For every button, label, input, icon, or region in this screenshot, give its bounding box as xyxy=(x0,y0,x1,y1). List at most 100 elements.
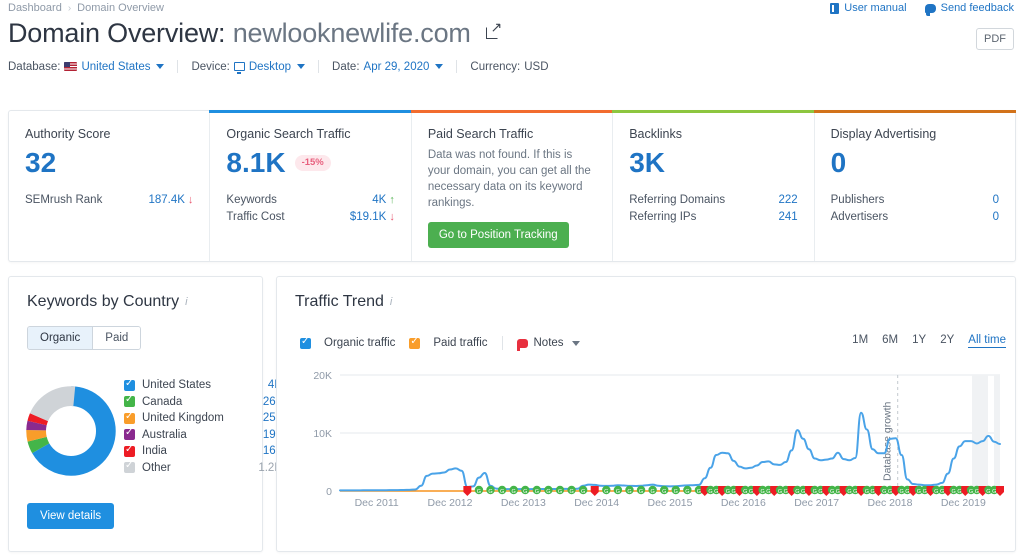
database-value[interactable]: United States xyxy=(81,61,150,73)
breadcrumb-dashboard[interactable]: Dashboard xyxy=(8,2,62,14)
external-link-icon[interactable] xyxy=(486,20,502,39)
card-accent-bar xyxy=(410,110,614,113)
send-feedback-link[interactable]: Send feedback xyxy=(924,2,1014,16)
note-marker[interactable]: G xyxy=(497,485,507,495)
checkbox-other[interactable] xyxy=(124,460,135,474)
note-marker-glyph: G xyxy=(714,489,718,495)
donut-slice-other[interactable] xyxy=(26,386,116,476)
note-marker-red-icon xyxy=(463,486,472,496)
metric-value[interactable]: 0 xyxy=(993,209,999,226)
note-marker[interactable]: G xyxy=(671,485,680,495)
note-marker[interactable]: G xyxy=(660,485,669,495)
note-marker[interactable]: G xyxy=(544,485,553,495)
domain-overview-page: Dashboard › Domain Overview User manual … xyxy=(0,0,1024,560)
metric-value: 4K xyxy=(372,194,387,206)
note-marker-glyph: G xyxy=(813,489,817,495)
list-item[interactable]: United States 4K xyxy=(124,377,282,394)
date-filter[interactable]: Date: Apr 29, 2020 xyxy=(332,61,456,73)
date-value[interactable]: Apr 29, 2020 xyxy=(364,61,430,73)
tab-paid[interactable]: Paid xyxy=(93,327,141,349)
range-2y[interactable]: 2Y xyxy=(940,334,954,348)
note-marker[interactable]: G xyxy=(578,485,588,495)
metric-value[interactable]: 0 xyxy=(993,192,999,209)
note-marker[interactable]: G xyxy=(613,485,623,495)
device-value[interactable]: Desktop xyxy=(249,61,291,73)
y-axis-tick-label: 10K xyxy=(313,428,332,440)
checkbox-organic-traffic[interactable] xyxy=(300,336,311,349)
go-to-position-tracking-button[interactable]: Go to Position Tracking xyxy=(427,222,569,248)
breadcrumb: Dashboard › Domain Overview xyxy=(8,2,164,14)
legend-paid-traffic[interactable]: Paid traffic xyxy=(409,336,488,349)
note-marker[interactable]: G xyxy=(636,485,646,495)
metric-value[interactable]: 222 xyxy=(778,192,797,209)
list-item[interactable]: Other 1.2K xyxy=(124,460,282,477)
info-icon[interactable]: i xyxy=(185,296,187,308)
list-item[interactable]: Canada 265 xyxy=(124,394,282,411)
range-all-time[interactable]: All time xyxy=(968,334,1006,348)
note-marker[interactable]: G xyxy=(509,485,518,495)
list-item[interactable]: United Kingdom 251 xyxy=(124,410,282,427)
x-axis-tick-label: Dec 2014 xyxy=(574,497,619,509)
metric-key: Publishers xyxy=(830,194,885,206)
note-marker[interactable]: G xyxy=(683,485,692,495)
metric-value[interactable]: 241 xyxy=(778,209,797,226)
breadcrumb-domain-overview[interactable]: Domain Overview xyxy=(77,2,164,14)
card-title: Backlinks xyxy=(629,127,683,141)
checkbox-india[interactable] xyxy=(124,444,135,457)
y-axis-tick-label: 0 xyxy=(326,486,332,498)
metric-key: Referring IPs xyxy=(629,211,697,223)
checkbox-canada[interactable] xyxy=(124,394,135,408)
info-icon[interactable]: i xyxy=(390,296,392,308)
tab-organic[interactable]: Organic xyxy=(28,327,94,349)
metric-value-wrap[interactable]: $19.1K ↓ xyxy=(350,209,395,226)
note-marker[interactable]: G xyxy=(521,485,530,495)
metric-value-wrap[interactable]: 187.4K ↓ xyxy=(148,192,193,209)
metric-row: Keywords 4K ↑ xyxy=(226,192,394,209)
list-item[interactable]: India 166 xyxy=(124,443,282,460)
view-details-button[interactable]: View details xyxy=(27,503,115,529)
note-marker[interactable] xyxy=(590,486,599,496)
note-marker-glyph: G xyxy=(830,489,834,495)
list-item[interactable]: Australia 198 xyxy=(124,427,282,444)
note-marker[interactable] xyxy=(463,486,472,496)
divider xyxy=(177,60,179,73)
note-marker-glyph: G xyxy=(882,489,886,495)
range-1y[interactable]: 1Y xyxy=(912,334,926,348)
checkbox-united-kingdom[interactable] xyxy=(124,411,135,424)
note-marker-glyph: G xyxy=(865,489,869,495)
note-marker[interactable]: G xyxy=(486,485,495,495)
note-marker-glyph: G xyxy=(535,489,539,495)
range-6m[interactable]: 6M xyxy=(882,334,898,348)
notes-dropdown[interactable]: Notes xyxy=(516,337,580,351)
user-manual-link[interactable]: User manual xyxy=(830,2,907,14)
note-marker-glyph: G xyxy=(801,489,805,495)
traffic-trend-chart[interactable]: 0 10K 20K Dec 2011 Dec 2012 Dec 2013 Dec 2014 D… xyxy=(286,362,1010,512)
note-marker[interactable]: G xyxy=(532,485,542,495)
display-advertising-value: 0 xyxy=(830,147,847,178)
device-filter[interactable]: Device: Desktop xyxy=(191,61,318,74)
note-marker[interactable]: G xyxy=(555,485,565,495)
time-range-selector: 1M 6M 1Y 2Y All time xyxy=(852,334,1006,348)
note-marker-glyph: G xyxy=(512,489,516,495)
database-filter[interactable]: Database: United States xyxy=(8,61,177,73)
note-marker[interactable]: G xyxy=(474,485,484,495)
legend-organic-traffic[interactable]: Organic traffic xyxy=(300,336,395,349)
metric-row: SEMrush Rank 187.4K ↓ xyxy=(25,192,193,209)
note-marker[interactable]: G xyxy=(625,485,634,495)
checkbox-paid-traffic[interactable] xyxy=(409,336,421,349)
divider xyxy=(318,60,320,73)
organic-traffic-line[interactable] xyxy=(339,411,1001,492)
note-marker[interactable] xyxy=(996,486,1004,496)
checkbox-united-states[interactable] xyxy=(124,378,135,391)
note-marker[interactable]: G xyxy=(602,485,611,495)
x-axis-tick-label: Dec 2015 xyxy=(648,497,693,509)
metric-key: Advertisers xyxy=(830,211,889,223)
metric-value-wrap[interactable]: 4K ↑ xyxy=(372,192,395,209)
checkbox-australia[interactable] xyxy=(124,427,135,441)
recent-period-band xyxy=(994,375,1000,491)
pdf-export-button[interactable]: PDF xyxy=(976,28,1014,50)
note-marker[interactable]: G xyxy=(567,485,576,495)
range-1m[interactable]: 1M xyxy=(852,334,868,348)
note-marker-glyph: G xyxy=(616,489,620,495)
note-marker[interactable]: G xyxy=(648,485,657,495)
